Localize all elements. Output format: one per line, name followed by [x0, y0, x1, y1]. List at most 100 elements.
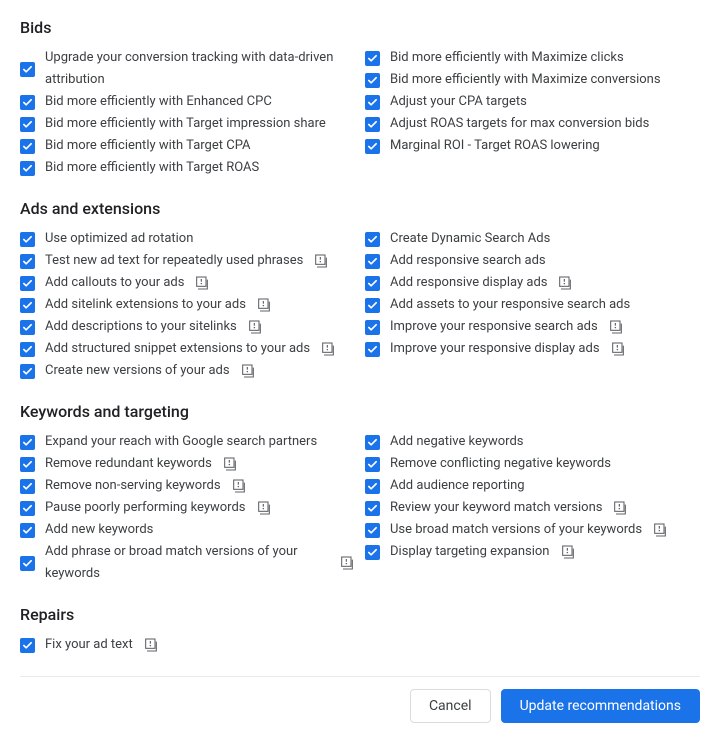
section-title: Keywords and targeting [20, 402, 700, 421]
info-icon[interactable] [610, 341, 626, 357]
recommendation-row: Add phrase or broad match versions of yo… [20, 541, 355, 585]
checkbox[interactable] [365, 51, 380, 66]
recommendation-label: Add phrase or broad match versions of yo… [45, 541, 329, 585]
checkbox[interactable] [365, 457, 380, 472]
checkbox[interactable] [20, 501, 35, 516]
checkbox[interactable] [365, 435, 380, 450]
recommendation-row: Add sitelink extensions to your ads [20, 294, 355, 316]
checkbox[interactable] [20, 139, 35, 154]
checkbox[interactable] [365, 479, 380, 494]
recommendation-row: Create Dynamic Search Ads [365, 228, 700, 250]
info-icon[interactable] [231, 478, 247, 494]
recommendation-row: Add descriptions to your sitelinks [20, 316, 355, 338]
checkbox[interactable] [20, 556, 35, 571]
info-icon[interactable] [222, 456, 238, 472]
checkbox[interactable] [365, 545, 380, 560]
recommendation-label: Remove conflicting negative keywords [390, 453, 611, 475]
info-icon[interactable] [320, 341, 336, 357]
recommendation-label: Add responsive search ads [390, 250, 546, 272]
checkbox[interactable] [365, 117, 380, 132]
info-icon[interactable] [240, 363, 256, 379]
recommendation-label: Add structured snippet extensions to you… [45, 338, 310, 360]
recommendation-row: Add callouts to your ads [20, 272, 355, 294]
recommendation-row: Bid more efficiently with Target CPA [20, 135, 355, 157]
checkbox[interactable] [20, 254, 35, 269]
checkbox[interactable] [365, 523, 380, 538]
checkbox[interactable] [20, 457, 35, 472]
checkbox[interactable] [365, 342, 380, 357]
recommendation-row: Add new keywords [20, 519, 355, 541]
recommendation-row: Marginal ROI - Target ROAS lowering [365, 135, 700, 157]
recommendation-row: Pause poorly performing keywords [20, 497, 355, 519]
info-icon[interactable] [557, 275, 573, 291]
checkbox[interactable] [365, 139, 380, 154]
info-icon[interactable] [256, 500, 272, 516]
checkbox[interactable] [20, 638, 35, 653]
checkbox[interactable] [20, 342, 35, 357]
checkbox[interactable] [365, 501, 380, 516]
checkbox[interactable] [365, 95, 380, 110]
recommendation-label: Display targeting expansion [390, 541, 550, 563]
recommendation-label: Bid more efficiently with Target CPA [45, 135, 251, 157]
recommendation-label: Create new versions of your ads [45, 360, 230, 382]
column-left: Expand your reach with Google search par… [20, 431, 355, 585]
info-icon[interactable] [608, 319, 624, 335]
recommendation-row: Bid more efficiently with Enhanced CPC [20, 91, 355, 113]
recommendation-label: Add callouts to your ads [45, 272, 184, 294]
section: Keywords and targeting Expand your reach … [20, 402, 700, 585]
checkbox[interactable] [20, 364, 35, 379]
info-icon[interactable] [560, 544, 576, 560]
recommendation-label: Fix your ad text [45, 634, 133, 656]
recommendation-label: Use optimized ad rotation [45, 228, 193, 250]
recommendation-label: Bid more efficiently with Maximize conve… [390, 69, 661, 91]
recommendation-row: Add responsive display ads [365, 272, 700, 294]
column-right: Add negative keywordsRemove conflicting … [365, 431, 700, 585]
recommendation-row: Add assets to your responsive search ads [365, 294, 700, 316]
section-title: Ads and extensions [20, 199, 700, 218]
info-icon[interactable] [612, 500, 628, 516]
footer-actions: Cancel Update recommendations [20, 689, 700, 723]
checkbox[interactable] [20, 298, 35, 313]
recommendation-row: Remove conflicting negative keywords [365, 453, 700, 475]
info-icon[interactable] [652, 522, 668, 538]
recommendation-row: Remove non-serving keywords [20, 475, 355, 497]
checkbox[interactable] [20, 161, 35, 176]
checkbox[interactable] [20, 523, 35, 538]
recommendation-row: Add audience reporting [365, 475, 700, 497]
recommendation-row: Adjust your CPA targets [365, 91, 700, 113]
recommendation-label: Add negative keywords [390, 431, 524, 453]
info-icon[interactable] [339, 555, 355, 571]
recommendation-label: Bid more efficiently with Target impress… [45, 113, 326, 135]
info-icon[interactable] [247, 319, 263, 335]
checkbox[interactable] [20, 320, 35, 335]
update-recommendations-button[interactable]: Update recommendations [501, 689, 700, 723]
checkbox[interactable] [365, 320, 380, 335]
checkbox[interactable] [20, 435, 35, 450]
recommendation-row: Bid more efficiently with Target ROAS [20, 157, 355, 179]
recommendation-label: Add responsive display ads [390, 272, 547, 294]
checkbox[interactable] [365, 298, 380, 313]
checkbox[interactable] [365, 276, 380, 291]
info-icon[interactable] [313, 253, 329, 269]
recommendation-label: Marginal ROI - Target ROAS lowering [390, 135, 600, 157]
recommendation-row: Use optimized ad rotation [20, 228, 355, 250]
info-icon[interactable] [194, 275, 210, 291]
recommendation-row: Fix your ad text [20, 634, 355, 656]
info-icon[interactable] [256, 297, 272, 313]
checkbox[interactable] [20, 276, 35, 291]
recommendation-label: Add audience reporting [390, 475, 525, 497]
checkbox[interactable] [365, 254, 380, 269]
checkbox[interactable] [365, 73, 380, 88]
recommendation-row: Bid more efficiently with Maximize conve… [365, 69, 700, 91]
checkbox[interactable] [20, 117, 35, 132]
checkbox[interactable] [20, 95, 35, 110]
checkbox[interactable] [20, 62, 35, 77]
checkbox[interactable] [20, 232, 35, 247]
checkbox[interactable] [365, 232, 380, 247]
cancel-button[interactable]: Cancel [410, 689, 491, 723]
recommendation-label: Upgrade your conversion tracking with da… [45, 47, 355, 91]
recommendation-label: Adjust your CPA targets [390, 91, 527, 113]
recommendation-row: Bid more efficiently with Target impress… [20, 113, 355, 135]
checkbox[interactable] [20, 479, 35, 494]
recommendation-label: Remove redundant keywords [45, 453, 212, 475]
